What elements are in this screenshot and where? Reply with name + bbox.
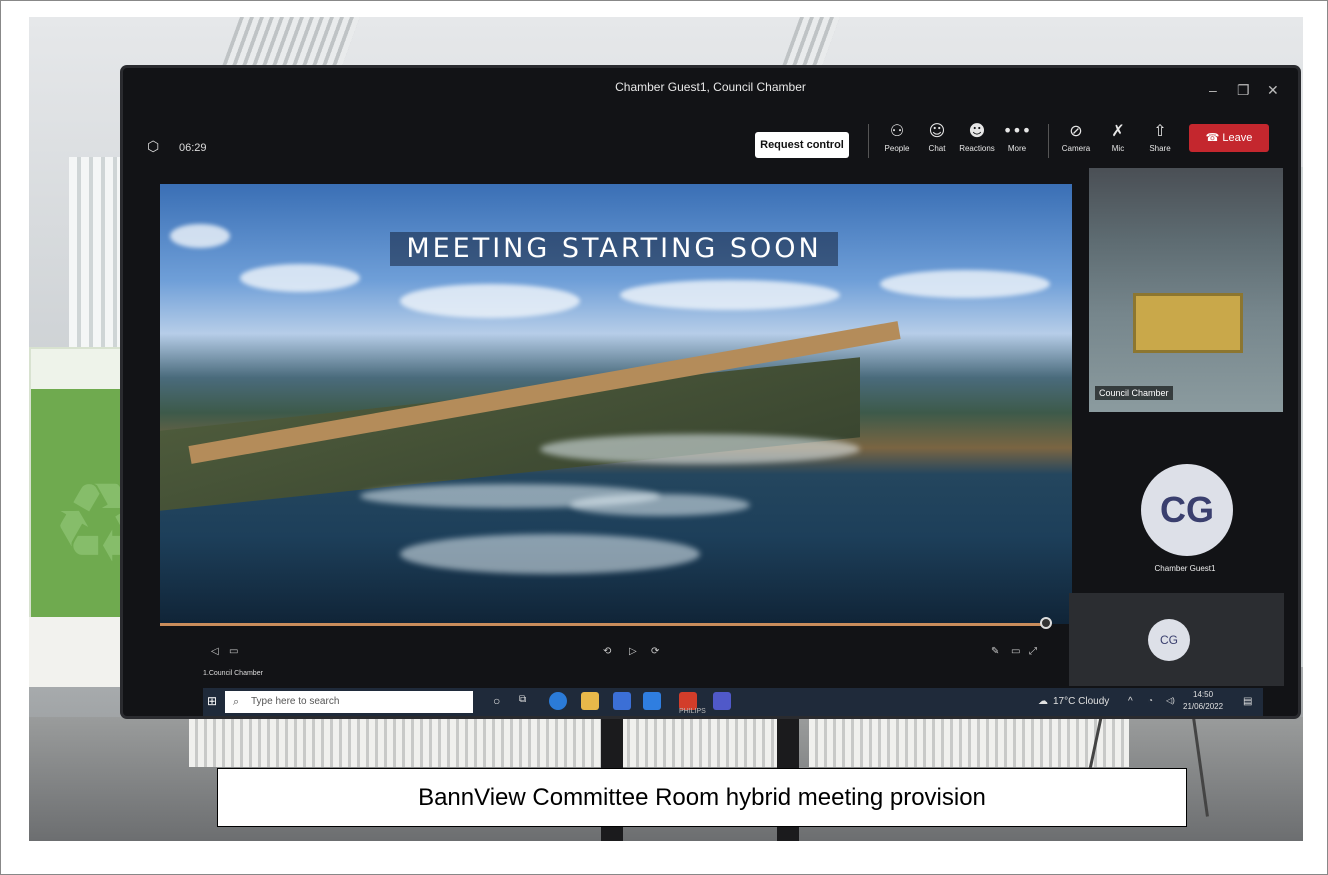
pen-icon[interactable]: ✎ bbox=[991, 646, 999, 657]
window-blind bbox=[69, 157, 129, 347]
separator bbox=[1048, 124, 1049, 158]
caption-icon[interactable]: ▭ bbox=[1011, 646, 1020, 657]
guest-avatar[interactable]: CG bbox=[1141, 464, 1233, 556]
task-view-icon[interactable]: ⧉ bbox=[519, 694, 526, 705]
chamber-desk bbox=[1133, 293, 1243, 353]
play-icon[interactable]: ▷ bbox=[629, 646, 637, 657]
leave-button[interactable]: ☎ Leave bbox=[1189, 124, 1269, 152]
video-tile-label: Council Chamber bbox=[1095, 386, 1173, 400]
guest-name: Chamber Guest1 bbox=[1154, 564, 1216, 573]
chat-button[interactable]: ☺ Chat bbox=[916, 120, 958, 153]
chat-icon: ☺ bbox=[928, 121, 946, 140]
meeting-timer: 06:29 bbox=[179, 142, 207, 154]
shield-icon: ⬡ bbox=[147, 138, 160, 154]
window-title: Chamber Guest1, Council Chamber bbox=[615, 80, 806, 94]
people-icon: ⚇ bbox=[889, 121, 905, 140]
more-icon: ••• bbox=[1002, 121, 1032, 140]
phone-icon: ☎ bbox=[1205, 132, 1220, 144]
share-button[interactable]: ⇧ Share bbox=[1139, 120, 1181, 153]
council-chamber-video[interactable]: Council Chamber bbox=[1089, 168, 1283, 412]
meeting-toolbar: ⬡ 06:29 Request control ⚇ People ☺ Chat … bbox=[123, 112, 1298, 168]
request-control-button[interactable]: Request control bbox=[755, 132, 849, 158]
file-explorer-icon[interactable] bbox=[581, 692, 599, 710]
restore-icon[interactable]: ❐ bbox=[1237, 82, 1250, 99]
search-icon: ⌕ bbox=[233, 696, 240, 708]
more-button[interactable]: ••• More bbox=[996, 120, 1038, 153]
minimize-icon[interactable]: – bbox=[1209, 82, 1217, 98]
store-icon[interactable] bbox=[613, 692, 631, 710]
seek-handle[interactable] bbox=[1040, 617, 1052, 629]
fullscreen-icon[interactable]: ⤢ bbox=[1029, 646, 1037, 657]
windows-icon[interactable]: ⊞ bbox=[207, 694, 217, 708]
meeting-starting-banner: MEETING STARTING SOON bbox=[390, 232, 838, 266]
cortana-icon[interactable]: ○ bbox=[493, 694, 500, 708]
participant-panel: Council Chamber CG Chamber Guest1 CG bbox=[1069, 168, 1285, 716]
camera-button[interactable]: ⊘ Camera bbox=[1055, 120, 1097, 153]
edge-icon[interactable] bbox=[549, 692, 567, 710]
camera-off-icon: ⊘ bbox=[1069, 121, 1083, 140]
mini-app-label: 1.Council Chamber bbox=[203, 670, 263, 677]
people-button[interactable]: ⚇ People bbox=[876, 120, 918, 153]
mic-button[interactable]: ✗ Mic bbox=[1097, 120, 1139, 153]
photo-caption: BannView Committee Room hybrid meeting p… bbox=[217, 768, 1187, 827]
separator bbox=[868, 124, 869, 158]
photo-frame: ♻ Chamber Guest1, Council Chamber – ❐ ✕ … bbox=[0, 0, 1328, 875]
window-titlebar: Chamber Guest1, Council Chamber – ❐ ✕ bbox=[123, 68, 1298, 106]
teams-icon[interactable] bbox=[713, 692, 731, 710]
self-view-tile[interactable]: CG bbox=[1069, 593, 1284, 686]
close-icon[interactable]: ✕ bbox=[1267, 82, 1279, 99]
share-icon: ⇧ bbox=[1153, 121, 1167, 140]
subtitle-icon[interactable]: ▭ bbox=[229, 646, 238, 657]
self-avatar: CG bbox=[1148, 619, 1190, 661]
weather-icon: ☁ bbox=[1038, 696, 1048, 707]
search-box[interactable]: ⌕ Type here to search bbox=[225, 691, 473, 713]
search-placeholder: Type here to search bbox=[251, 696, 340, 707]
rewind-icon[interactable]: ⟲ bbox=[603, 646, 611, 657]
mail-icon[interactable] bbox=[643, 692, 661, 710]
mic-off-icon: ✗ bbox=[1111, 121, 1125, 140]
shared-screen: MEETING STARTING SOON bbox=[160, 184, 1072, 624]
reactions-button[interactable]: ☻ Reactions bbox=[956, 120, 998, 153]
forward-icon[interactable]: ⟳ bbox=[651, 646, 659, 657]
seek-bar[interactable] bbox=[160, 623, 1044, 626]
tv-screen: Chamber Guest1, Council Chamber – ❐ ✕ ⬡ … bbox=[123, 68, 1298, 716]
monitor-brand: PHILIPS bbox=[679, 708, 706, 715]
volume-icon[interactable]: ◁ bbox=[211, 646, 219, 657]
reactions-icon: ☻ bbox=[968, 121, 986, 140]
